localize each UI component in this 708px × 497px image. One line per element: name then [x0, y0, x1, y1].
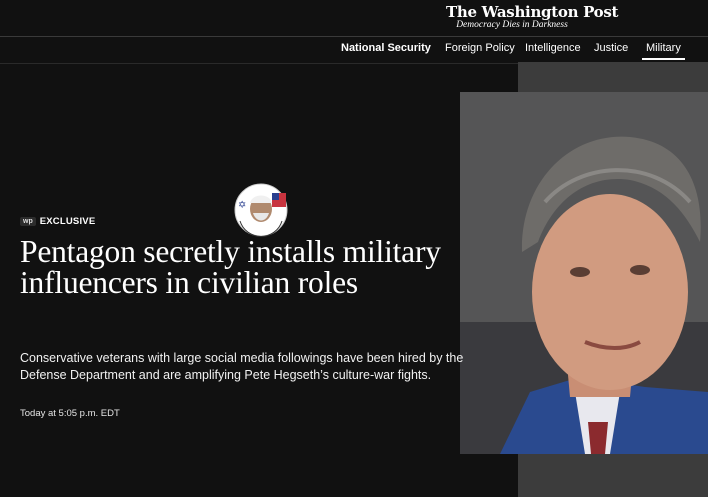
badge-label: EXCLUSIVE: [39, 215, 96, 227]
svg-text:✡: ✡: [238, 200, 246, 211]
wp-mark-icon: wp: [20, 216, 36, 226]
overlay-sticker: ✡: [226, 183, 296, 238]
article-dek: Conservative veterans with large social …: [20, 351, 464, 382]
masthead: The Washington Post Democracy Dies in Da…: [0, 0, 708, 36]
nav-item-justice[interactable]: Justice: [594, 42, 628, 54]
nav-item-intelligence[interactable]: Intelligence: [525, 42, 581, 54]
portrait-illustration: [460, 92, 708, 454]
nav-item-foreign-policy[interactable]: Foreign Policy: [445, 42, 515, 54]
sticker-avatar-icon: ✡: [234, 183, 288, 237]
article-lead-photo[interactable]: [460, 92, 708, 454]
section-nav: National Security Foreign Policy Intelli…: [0, 36, 708, 64]
article-timestamp: Today at 5:05 p.m. EDT: [20, 408, 120, 419]
exclusive-badge: wp EXCLUSIVE: [20, 213, 95, 229]
article-headline[interactable]: Pentagon secretly installs military infl…: [20, 236, 460, 299]
site-logo[interactable]: The Washington Post: [446, 3, 618, 21]
nav-item-national-security[interactable]: National Security: [341, 42, 431, 54]
site-tagline: Democracy Dies in Darkness: [456, 20, 568, 30]
nav-item-military[interactable]: Military: [642, 42, 685, 60]
